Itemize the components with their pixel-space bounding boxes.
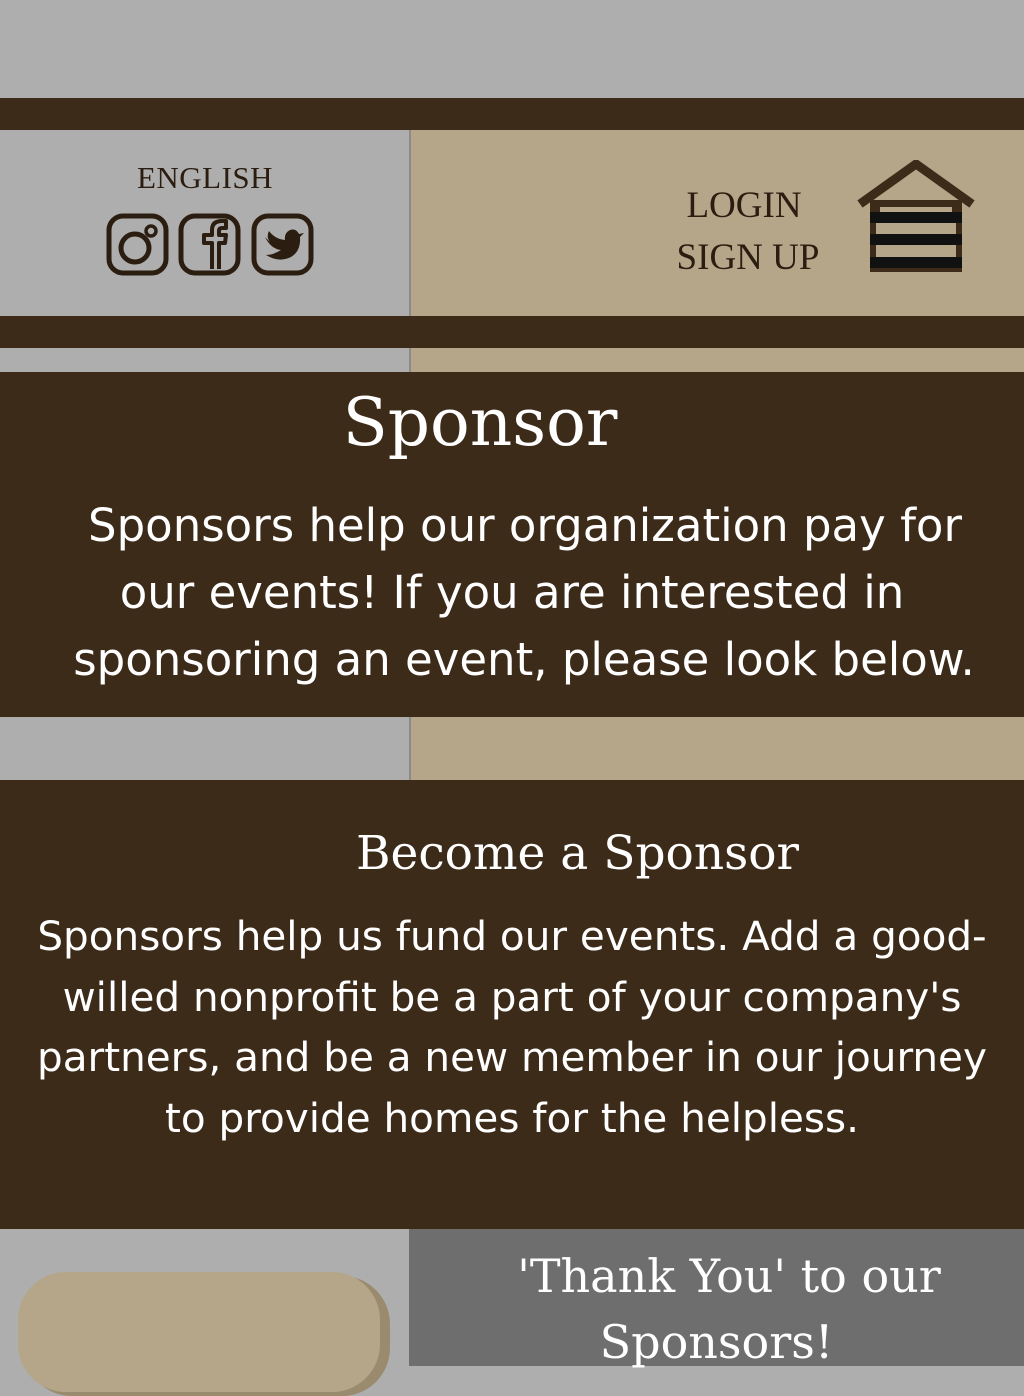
facebook-icon[interactable] bbox=[178, 213, 241, 276]
become-sponsor-title: Become a Sponsor bbox=[356, 826, 799, 881]
top-strip bbox=[0, 0, 1024, 98]
sponsor-desc-line: Sponsors help our organization pay for bbox=[88, 499, 962, 552]
become-desc-line: to provide homes for the helpless. bbox=[165, 1093, 859, 1142]
strip2-right bbox=[411, 717, 1024, 780]
sponsor-description: Sponsors help our organization pay for o… bbox=[0, 492, 1024, 693]
become-desc-line: willed nonprofit be a part of your compa… bbox=[62, 972, 962, 1021]
language-selector[interactable]: ENGLISH bbox=[0, 160, 410, 196]
twitter-icon[interactable] bbox=[251, 213, 314, 276]
thank-you-heading: 'Thank You' to our Sponsors! bbox=[409, 1243, 1024, 1375]
signup-link[interactable]: SIGN UP bbox=[648, 236, 848, 279]
header-bottom-band bbox=[0, 316, 1024, 348]
strip-left bbox=[0, 348, 409, 372]
home-menu-icon[interactable] bbox=[856, 159, 976, 275]
login-link[interactable]: LOGIN bbox=[644, 184, 844, 227]
strip-right bbox=[411, 348, 1024, 372]
sponsor-desc-line: sponsoring an event, please look below. bbox=[73, 633, 975, 686]
thank-you-line2: Sponsors! bbox=[599, 1315, 834, 1369]
become-desc-line: partners, and be a new member in our jou… bbox=[37, 1033, 987, 1081]
thank-you-line1: 'Thank You' to our bbox=[517, 1249, 941, 1303]
sponsor-card[interactable] bbox=[18, 1272, 380, 1392]
instagram-icon[interactable] bbox=[106, 213, 169, 276]
become-desc-line: Sponsors help us fund our events. Add a … bbox=[37, 912, 987, 960]
become-sponsor-description: Sponsors help us fund our events. Add a … bbox=[0, 906, 1024, 1148]
header-top-band bbox=[0, 98, 1024, 130]
sponsor-desc-line: our events! If you are interested in bbox=[119, 566, 905, 619]
sponsor-title: Sponsor bbox=[342, 384, 618, 461]
strip2-left bbox=[0, 717, 409, 780]
